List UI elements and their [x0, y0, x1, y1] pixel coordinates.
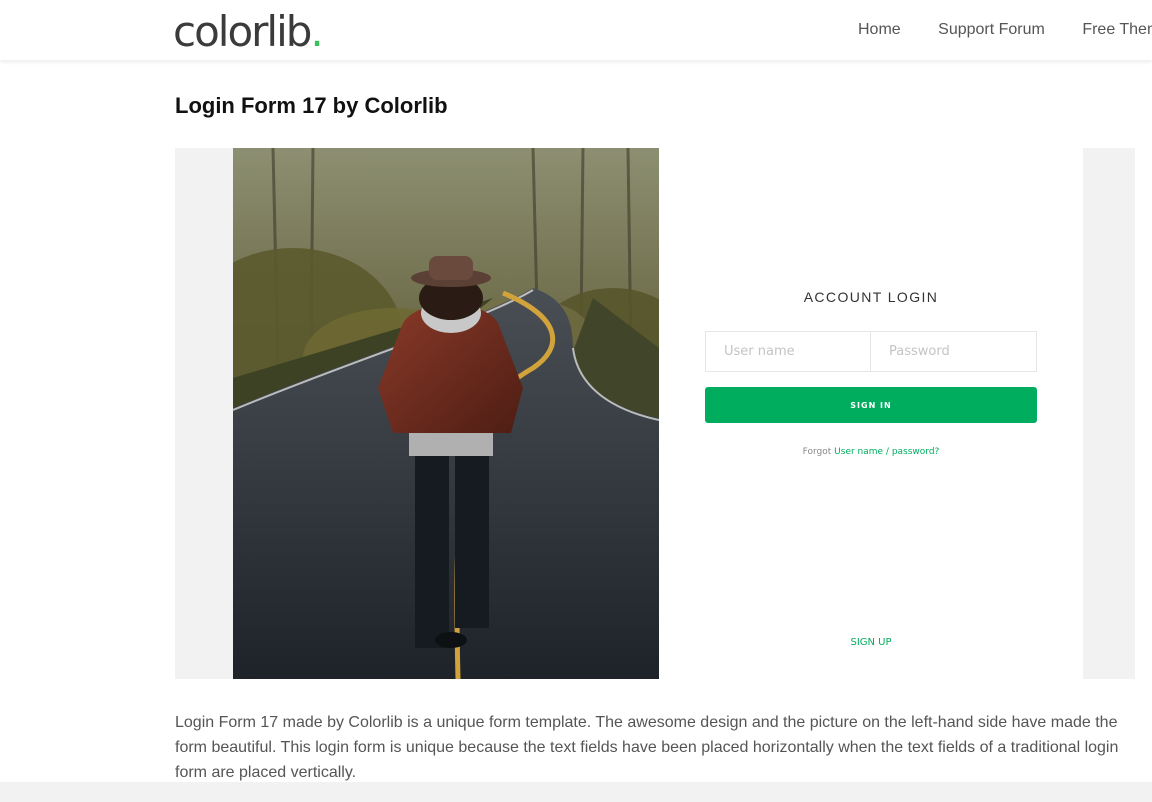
forgot-credentials-link[interactable]: User name / password? [834, 447, 939, 457]
nav-free-themes-link[interactable]: Free Theme [1082, 20, 1152, 40]
site-header: colorlib. Home Support Forum Free Theme [0, 0, 1152, 60]
password-input[interactable] [870, 331, 1037, 372]
forgot-prefix: Forgot [802, 447, 832, 457]
logo-text: colorlib [173, 7, 312, 56]
demo-preview: ACCOUNT LOGIN SIGN IN Forgot User name /… [175, 148, 1135, 679]
sign-in-button[interactable]: SIGN IN [705, 387, 1037, 423]
hiker-photo [233, 148, 659, 679]
logo-dot: . [310, 7, 323, 56]
nav-home-link[interactable]: Home [858, 20, 901, 40]
colorlib-logo[interactable]: colorlib. [173, 6, 324, 58]
sign-up-link[interactable]: SIGN UP [659, 637, 1083, 648]
road-hiker-illustration [233, 148, 659, 679]
forgot-text: Forgot User name / password? [659, 447, 1083, 457]
page-title: Login Form 17 by Colorlib [175, 93, 448, 118]
page-description: Login Form 17 made by Colorlib is a uniq… [175, 714, 1119, 781]
username-input[interactable] [705, 331, 871, 372]
login-card: ACCOUNT LOGIN SIGN IN Forgot User name /… [659, 148, 1083, 679]
account-login-title: ACCOUNT LOGIN [803, 289, 939, 305]
footer-strip [0, 782, 1152, 802]
main-nav: Home Support Forum Free Theme [858, 20, 1152, 40]
nav-support-forum-link[interactable]: Support Forum [938, 20, 1045, 40]
